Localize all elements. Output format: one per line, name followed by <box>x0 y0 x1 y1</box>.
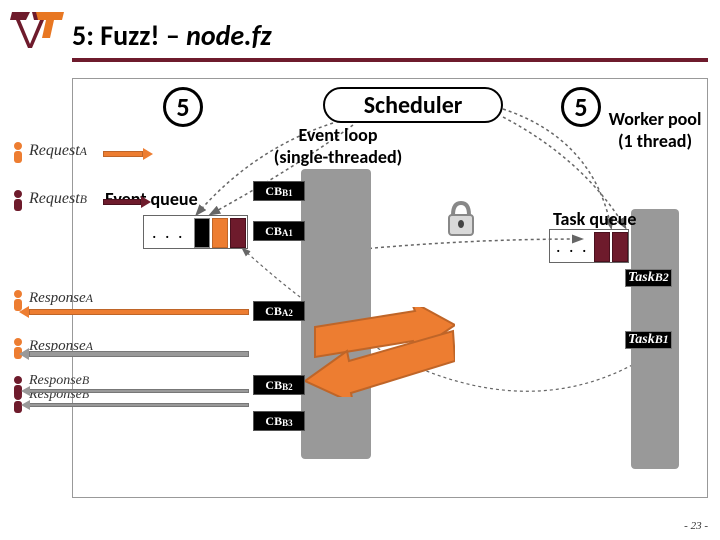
actor-request-b <box>11 189 25 216</box>
task-queue-item-1 <box>594 232 610 262</box>
worker-pool-l1: Worker pool <box>595 109 715 131</box>
diagram-frame: 5 Scheduler 5 Event loop (single-threade… <box>72 78 708 498</box>
event-queue-item-3 <box>230 218 246 248</box>
response-a1-arrowhead <box>19 306 29 318</box>
response-b2-arrowhead <box>21 400 30 410</box>
event-queue-item-1 <box>194 218 210 248</box>
vt-logo <box>10 10 66 53</box>
step-5-left: 5 <box>163 87 203 127</box>
cb-b3: CBB3 <box>253 411 305 431</box>
lock-icon <box>443 199 479 244</box>
event-loop-l2: (single-threaded) <box>258 147 418 169</box>
event-queue-dots: . . . <box>152 222 185 243</box>
event-queue-item-2 <box>212 218 228 248</box>
task-queue-dots: . . . <box>556 236 589 257</box>
response-b2-arrow <box>29 403 249 407</box>
response-a2-arrow <box>29 351 249 357</box>
page-title: 5: Fuzz! – node.fz <box>72 18 272 53</box>
cb-b1: CBB1 <box>253 181 305 201</box>
title-text: 5: Fuzz! – <box>72 18 186 53</box>
task-queue-item-2 <box>612 232 628 262</box>
response-b1-arrowhead <box>21 386 30 396</box>
worker-pool-l2: (1 thread) <box>595 131 715 153</box>
scheduler-box: Scheduler <box>323 87 503 123</box>
big-orange-arrows <box>305 307 425 377</box>
response-a1-arrow <box>29 309 249 315</box>
event-loop-l1: Event loop <box>258 125 418 147</box>
title-underline <box>72 58 708 62</box>
response-a1-label: ResponseA <box>29 289 93 307</box>
actor-request-a <box>11 141 25 168</box>
request-a-arrowhead <box>143 148 153 160</box>
worker-pool-label: Worker pool (1 thread) <box>595 109 715 152</box>
event-queue-box: . . . <box>143 215 248 249</box>
cb-b2: CBB2 <box>253 375 305 395</box>
response-b1-arrow <box>29 389 249 393</box>
task-queue-label: Task queue <box>553 209 636 231</box>
request-a-arrow <box>103 151 143 157</box>
request-b-arrow <box>103 199 141 205</box>
event-loop-label: Event loop (single-threaded) <box>258 125 418 168</box>
task-b1: TaskB1 <box>625 331 672 349</box>
response-a2-arrowhead <box>19 348 29 360</box>
step-5-right-text: 5 <box>574 91 587 123</box>
page-number: - 23 - <box>684 520 708 532</box>
request-a-label: RequestA <box>29 141 87 160</box>
title-italic: node.fz <box>186 18 271 53</box>
scheduler-label: Scheduler <box>364 91 463 120</box>
cb-a1: CBA1 <box>253 221 305 241</box>
task-queue-box: . . . <box>549 229 629 263</box>
task-b2: TaskB2 <box>625 269 672 287</box>
cb-a2: CBA2 <box>253 301 305 321</box>
step-5-left-text: 5 <box>176 91 189 123</box>
request-b-arrowhead <box>141 196 151 208</box>
request-b-label: RequestB <box>29 189 87 208</box>
